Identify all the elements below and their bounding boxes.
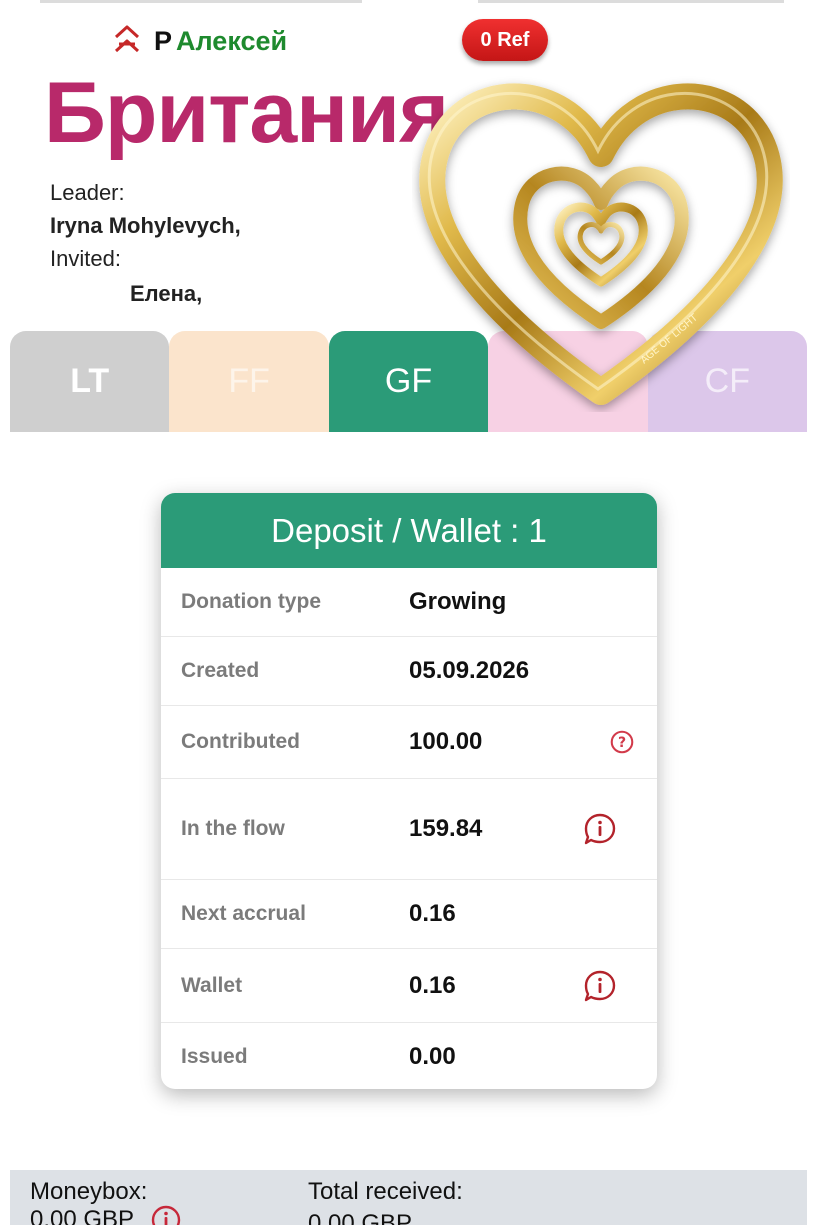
row-value: 100.00 bbox=[409, 728, 483, 755]
row-label: Issued bbox=[181, 1045, 248, 1068]
row-in-the-flow: In the flow 159.84 bbox=[161, 779, 657, 880]
svg-text:?: ? bbox=[618, 735, 626, 751]
invited-label: Invited: bbox=[50, 246, 121, 271]
top-divider-left bbox=[40, 0, 362, 3]
heart-engraving: AGE OF LIGHT bbox=[639, 312, 701, 366]
row-label: Created bbox=[181, 659, 260, 682]
row-label: Next accrual bbox=[181, 902, 306, 925]
balance-summary-panel: Moneybox: 0.00 GBP Total received: 0.00 … bbox=[10, 1170, 807, 1225]
row-value: 05.09.2026 bbox=[409, 657, 530, 684]
row-value: 159.84 bbox=[409, 815, 483, 842]
row-label: In the flow bbox=[181, 817, 285, 840]
row-label: Contributed bbox=[181, 730, 300, 753]
info-bubble-icon[interactable] bbox=[582, 811, 618, 847]
user-name-prefix: Р bbox=[154, 25, 173, 56]
invited-name: Елена, bbox=[130, 281, 203, 306]
row-contributed: Contributed 100.00 ? bbox=[161, 706, 657, 779]
gold-heart-logo: AGE OF LIGHT bbox=[412, 72, 790, 412]
row-created: Created 05.09.2026 bbox=[161, 637, 657, 706]
row-wallet: Wallet 0.16 bbox=[161, 949, 657, 1023]
user-line: Р Алексей bbox=[110, 22, 287, 60]
row-value: 0.16 bbox=[409, 900, 456, 927]
row-value: 0.00 bbox=[409, 1043, 456, 1070]
ref-count-badge[interactable]: 0 Ref bbox=[462, 19, 548, 61]
top-divider-right bbox=[478, 0, 784, 3]
row-value: Growing bbox=[409, 588, 507, 615]
total-received-value: 0.00 GBP bbox=[308, 1210, 413, 1225]
moneybox-label: Moneybox: bbox=[30, 1178, 148, 1205]
country-title: Британия bbox=[44, 65, 449, 161]
row-value: 0.16 bbox=[409, 971, 456, 999]
row-donation-type: Donation type Growing bbox=[161, 568, 657, 637]
row-next-accrual: Next accrual 0.16 bbox=[161, 880, 657, 949]
deposit-card-title: Deposit / Wallet : 1 bbox=[161, 493, 657, 568]
tab-ff[interactable]: FF bbox=[169, 331, 329, 432]
info-icon[interactable] bbox=[150, 1204, 182, 1225]
row-label: Wallet bbox=[181, 973, 243, 997]
info-bubble-icon[interactable] bbox=[582, 968, 618, 1004]
tab-lt[interactable]: LT bbox=[10, 331, 170, 432]
deposit-wallet-card: Deposit / Wallet : 1 Donation type Growi… bbox=[161, 493, 657, 1089]
question-icon[interactable]: ? bbox=[607, 727, 637, 757]
row-label: Donation type bbox=[181, 590, 321, 613]
row-issued: Issued 0.00 bbox=[161, 1023, 657, 1089]
user-name[interactable]: Алексей bbox=[176, 26, 287, 57]
leader-name: Iryna Mohylevych, bbox=[50, 213, 241, 238]
leader-label: Leader: bbox=[50, 180, 125, 205]
rank-icon bbox=[110, 22, 144, 61]
moneybox-value: 0.00 GBP bbox=[30, 1206, 135, 1225]
total-received-label: Total received: bbox=[308, 1178, 463, 1205]
